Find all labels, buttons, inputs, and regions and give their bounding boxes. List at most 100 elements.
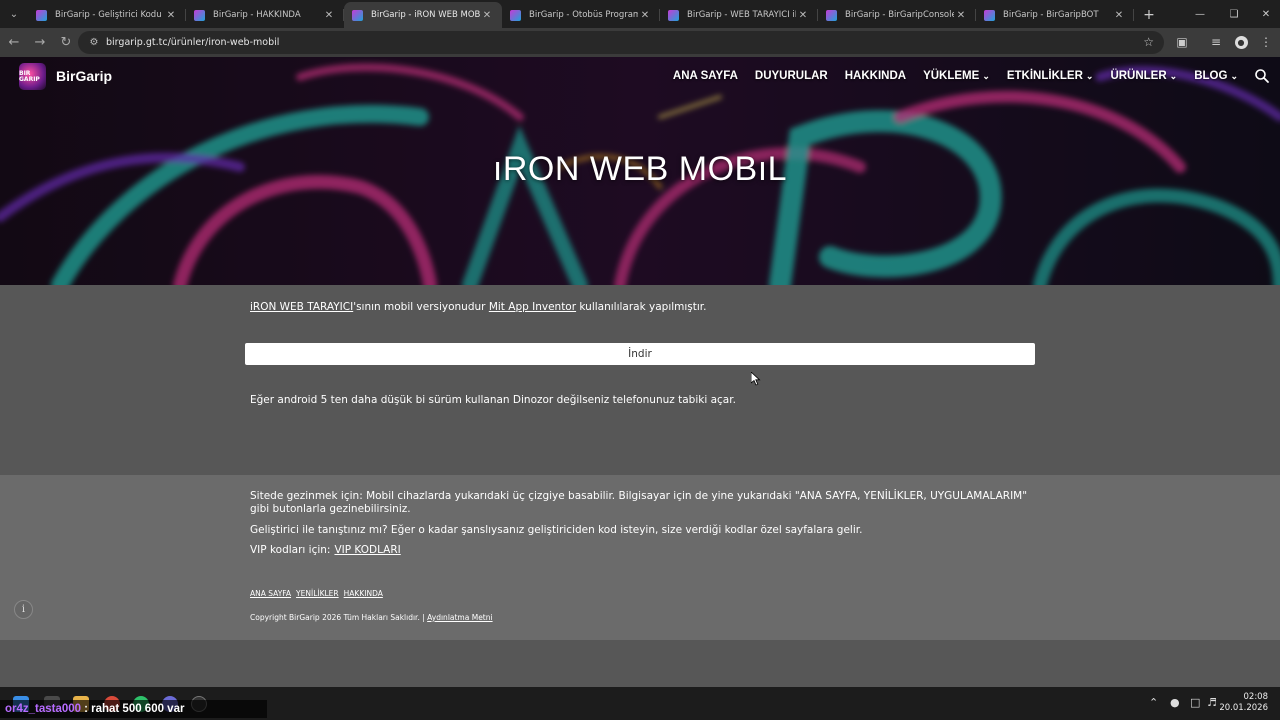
tray-chevron-up-icon[interactable]: ⌃ <box>1149 696 1158 709</box>
intro-text-part: kullanılılarak yapılmıştır. <box>576 301 707 313</box>
nav-item-etkinlikler[interactable]: ETKİNLİKLER ⌄ <box>1007 70 1094 82</box>
main-content: iRON WEB TARAYICI'sının mobil versiyonud… <box>0 285 1280 475</box>
chevron-down-icon: ⌄ <box>9 8 19 20</box>
tab-search-button[interactable]: ⌄ <box>0 0 28 28</box>
main-nav: ANA SAYFA DUYURULAR HAKKINDA YÜKLEME ⌄ ET… <box>673 70 1238 82</box>
nav-item-yukleme[interactable]: YÜKLEME ⌄ <box>923 70 990 82</box>
site-header: BIR GARIP BirGarip ANA SAYFA DUYURULAR H… <box>0 57 1280 97</box>
vip-codes-link[interactable]: VIP KODLARI <box>334 544 400 556</box>
extensions-button[interactable]: ▣ <box>1170 30 1194 54</box>
tab-title: BirGarip - BirGaripBOT <box>1003 10 1099 20</box>
mit-app-inventor-link[interactable]: Mit App Inventor <box>489 301 576 313</box>
site-info-icon[interactable]: ⚙ <box>84 37 104 48</box>
vip-label: VIP kodları için: <box>250 544 331 556</box>
site-footer: Sitede gezinmek için: Mobil cihazlarda y… <box>0 475 1280 640</box>
url-text[interactable]: birgarip.gt.tc/ürünler/iron-web-mobil <box>106 37 279 48</box>
browser-tab[interactable]: BirGarip - BirGaripConsole ✕ <box>818 2 976 28</box>
restore-icon: ❑ <box>1229 8 1239 20</box>
site-brand[interactable]: BirGarip <box>56 68 112 84</box>
nav-item-urunler[interactable]: ÜRÜNLER ⌄ <box>1110 70 1177 82</box>
copyright-text: Copyright BirGarip 2026 Tüm Hakları Sakl… <box>250 613 420 622</box>
intro-text-part: 'sının mobil versiyonudur <box>353 301 489 313</box>
footer-link-yenilikler[interactable]: YENİLİKLER <box>296 589 339 598</box>
site-favicon-icon <box>36 9 47 21</box>
nav-item-label: BLOG <box>1194 70 1228 82</box>
chevron-down-icon: ⌄ <box>1169 71 1178 81</box>
nav-item-label: ETKİNLİKLER <box>1006 70 1083 82</box>
close-icon: ✕ <box>1261 8 1271 20</box>
browser-tab[interactable]: BirGarip - Geliştirici Kodu ✕ <box>28 2 186 28</box>
chevron-down-icon: ⌄ <box>982 71 990 81</box>
browser-tab[interactable]: BirGarip - WEB TARAYICI iROn✕ <box>660 2 818 28</box>
minimize-button[interactable]: — <box>1184 0 1216 28</box>
compatibility-note: Eğer android 5 ten daha düşük bi sürüm k… <box>250 394 736 406</box>
browser-tab[interactable]: BirGarip - Otobüs Programı ✕ <box>502 2 660 28</box>
restore-button[interactable]: ❑ <box>1218 0 1250 28</box>
reload-button[interactable]: ↻ <box>54 31 78 55</box>
profile-button[interactable]: ● <box>1229 30 1253 54</box>
iron-web-tarayici-link[interactable]: iRON WEB TARAYICI <box>250 301 353 313</box>
close-icon[interactable]: ✕ <box>954 10 968 21</box>
chat-message: : rahat 500 600 var <box>84 703 185 715</box>
tab-strip: ⌄ BirGarip - Geliştirici Kodu ✕ BirGarip … <box>0 0 1280 28</box>
nav-item-blog[interactable]: BLOG ⌄ <box>1194 70 1238 82</box>
reading-list-icon: ≡ <box>1210 35 1222 49</box>
search-icon[interactable] <box>1254 68 1270 84</box>
bookmark-star-icon[interactable]: ☆ <box>1143 35 1154 49</box>
site-favicon-icon <box>826 9 837 21</box>
arrow-left-icon: ← <box>8 35 20 50</box>
clock-date: 20.01.2026 <box>1219 703 1268 713</box>
tab-title: BirGarip - iRON WEB MOBİL <box>371 10 480 20</box>
close-window-button[interactable]: ✕ <box>1250 0 1280 28</box>
copyright-line: Copyright BirGarip 2026 Tüm Hakları Sakl… <box>250 613 493 622</box>
profile-avatar-icon: ● <box>1234 35 1248 49</box>
close-icon[interactable]: ✕ <box>480 10 494 21</box>
site-favicon-icon <box>194 9 205 21</box>
close-icon[interactable]: ✕ <box>796 10 810 21</box>
logo-text: BIR GARIP <box>19 69 40 83</box>
close-icon[interactable]: ✕ <box>322 10 336 21</box>
nav-item-hakkinda[interactable]: HAKKINDA <box>845 70 906 82</box>
browser-menu-button[interactable]: ⋮ <box>1254 30 1278 54</box>
plus-icon: + <box>1143 7 1155 23</box>
browser-tab[interactable]: BirGarip - BirGaripBOT ✕ <box>976 2 1134 28</box>
site-favicon-icon <box>668 9 679 21</box>
nav-item-label: ÜRÜNLER <box>1110 70 1167 82</box>
footer-vip-line: VIP kodları için: VIP KODLARI <box>250 544 1040 557</box>
site-favicon-icon <box>352 9 363 21</box>
footer-link-ana-sayfa[interactable]: ANA SAYFA <box>250 589 291 598</box>
page-title: ıRON WEB MOBıL <box>492 150 788 188</box>
network-icon[interactable]: □ <box>1190 696 1200 709</box>
nav-item-label: ANA SAYFA <box>672 70 738 82</box>
download-button[interactable]: İndir <box>245 343 1035 365</box>
privacy-link[interactable]: Aydınlatma Metni <box>427 613 492 622</box>
nav-item-duyurular[interactable]: DUYURULAR <box>755 70 828 82</box>
tab-title: BirGarip - WEB TARAYICI iROn <box>687 10 796 20</box>
nav-item-label: YÜKLEME <box>923 70 980 82</box>
volume-icon[interactable]: ♬ <box>1207 696 1217 709</box>
clock-time: 02:08 <box>1243 692 1269 702</box>
info-icon[interactable]: i <box>14 600 33 619</box>
page-bottom-area <box>0 640 1280 687</box>
close-icon[interactable]: ✕ <box>1112 10 1126 21</box>
close-icon[interactable]: ✕ <box>164 10 178 21</box>
forward-button[interactable]: → <box>28 31 52 55</box>
intro-text: iRON WEB TARAYICI'sının mobil versiyonud… <box>250 301 707 313</box>
site-logo[interactable]: BIR GARIP <box>19 63 46 90</box>
tab-title: BirGarip - BirGaripConsole <box>845 10 954 20</box>
new-tab-button[interactable]: + <box>1134 2 1164 28</box>
nav-item-ana-sayfa[interactable]: ANA SAYFA <box>673 70 738 82</box>
microphone-icon[interactable]: ● <box>1170 696 1180 709</box>
taskbar-clock[interactable]: 02:08 20.01.2026 <box>1219 692 1268 714</box>
address-bar[interactable]: ⚙ birgarip.gt.tc/ürünler/iron-web-mobil … <box>78 31 1164 54</box>
close-icon[interactable]: ✕ <box>638 10 652 21</box>
nav-item-label: HAKKINDA <box>844 70 907 82</box>
browser-tab[interactable]: BirGarip - HAKKINDA ✕ <box>186 2 344 28</box>
tab-title: BirGarip - Otobüs Programı <box>529 10 638 20</box>
back-button[interactable]: ← <box>2 31 26 55</box>
tab-title: BirGarip - Geliştirici Kodu <box>55 10 162 20</box>
footer-link-hakkinda[interactable]: HAKKINDA <box>344 589 383 598</box>
reading-list-button[interactable]: ≡ <box>1204 30 1228 54</box>
browser-tab-active[interactable]: BirGarip - iRON WEB MOBİL ✕ <box>344 2 502 28</box>
chat-username: or4z_tasta000 <box>5 703 82 715</box>
